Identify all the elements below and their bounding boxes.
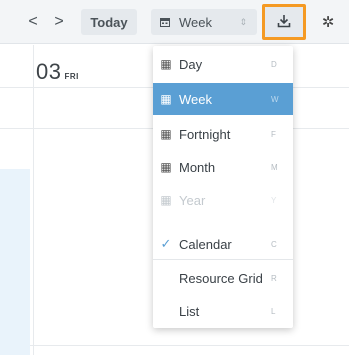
menu-item-month[interactable]: ▦ Month M bbox=[153, 151, 293, 183]
shortcut-key: D bbox=[271, 59, 277, 69]
shortcut-key: Y bbox=[271, 195, 277, 205]
menu-item-label: Month bbox=[179, 159, 216, 175]
calendar-icon: ▦ bbox=[160, 57, 172, 71]
menu-item-week[interactable]: ▦ Week W bbox=[153, 83, 293, 115]
menu-item-label: Resource Grid bbox=[179, 270, 263, 286]
day-of-week: FRI bbox=[64, 72, 79, 81]
day-number: 03 bbox=[36, 59, 62, 84]
chevron-left-icon: < bbox=[28, 13, 38, 30]
view-dropdown-menu: ▦ Day D ▦ Week W ▦ Fortnight F ▦ Month M… bbox=[153, 46, 293, 328]
shortcut-key: M bbox=[271, 162, 278, 172]
chevron-right-icon: > bbox=[54, 13, 64, 30]
shortcut-key: F bbox=[271, 129, 276, 139]
menu-item-label: Fortnight bbox=[179, 126, 231, 142]
export-button[interactable] bbox=[262, 4, 306, 40]
shortcut-key: R bbox=[271, 273, 277, 283]
shortcut-key: L bbox=[271, 306, 276, 316]
day-header[interactable]: 03 FRI bbox=[36, 59, 79, 85]
view-select[interactable]: Week ⇕ bbox=[151, 9, 257, 35]
download-icon bbox=[277, 14, 291, 31]
menu-item-label: Week bbox=[179, 91, 212, 107]
calendar-icon bbox=[160, 15, 170, 30]
today-button[interactable]: Today bbox=[81, 9, 137, 35]
shortcut-key: C bbox=[271, 239, 277, 249]
time-column-highlight bbox=[0, 169, 30, 355]
calendar-icon: ▦ bbox=[160, 92, 172, 106]
menu-item-label: Year bbox=[179, 192, 206, 208]
menu-item-year: ▦ Year Y bbox=[153, 184, 293, 216]
menu-item-fortnight[interactable]: ▦ Fortnight F bbox=[153, 118, 293, 150]
shortcut-key: W bbox=[271, 94, 279, 104]
menu-item-list[interactable]: List L bbox=[153, 295, 293, 327]
calendar-icon: ▦ bbox=[160, 127, 172, 141]
menu-item-resource-grid[interactable]: Resource Grid R bbox=[153, 262, 293, 294]
sort-arrows-icon: ⇕ bbox=[239, 16, 247, 27]
next-button[interactable]: > bbox=[48, 9, 70, 35]
settings-button[interactable]: ✲ bbox=[318, 9, 338, 35]
menu-item-label: Calendar bbox=[179, 236, 232, 252]
view-select-value: Week bbox=[179, 14, 212, 30]
menu-item-label: List bbox=[179, 303, 200, 319]
grid-divider bbox=[0, 345, 349, 346]
calendar-toolbar: < > Today Week ⇕ ✲ bbox=[0, 0, 349, 44]
menu-item-label: Day bbox=[179, 56, 203, 72]
menu-item-calendar[interactable]: ✓ Calendar C bbox=[153, 228, 293, 260]
calendar-icon: ▦ bbox=[160, 160, 172, 174]
menu-item-day[interactable]: ▦ Day D bbox=[153, 48, 293, 80]
calendar-icon: ▦ bbox=[160, 193, 172, 207]
check-icon: ✓ bbox=[160, 236, 172, 251]
grid-divider bbox=[33, 45, 34, 355]
previous-button[interactable]: < bbox=[22, 9, 44, 35]
gear-icon: ✲ bbox=[321, 14, 335, 31]
